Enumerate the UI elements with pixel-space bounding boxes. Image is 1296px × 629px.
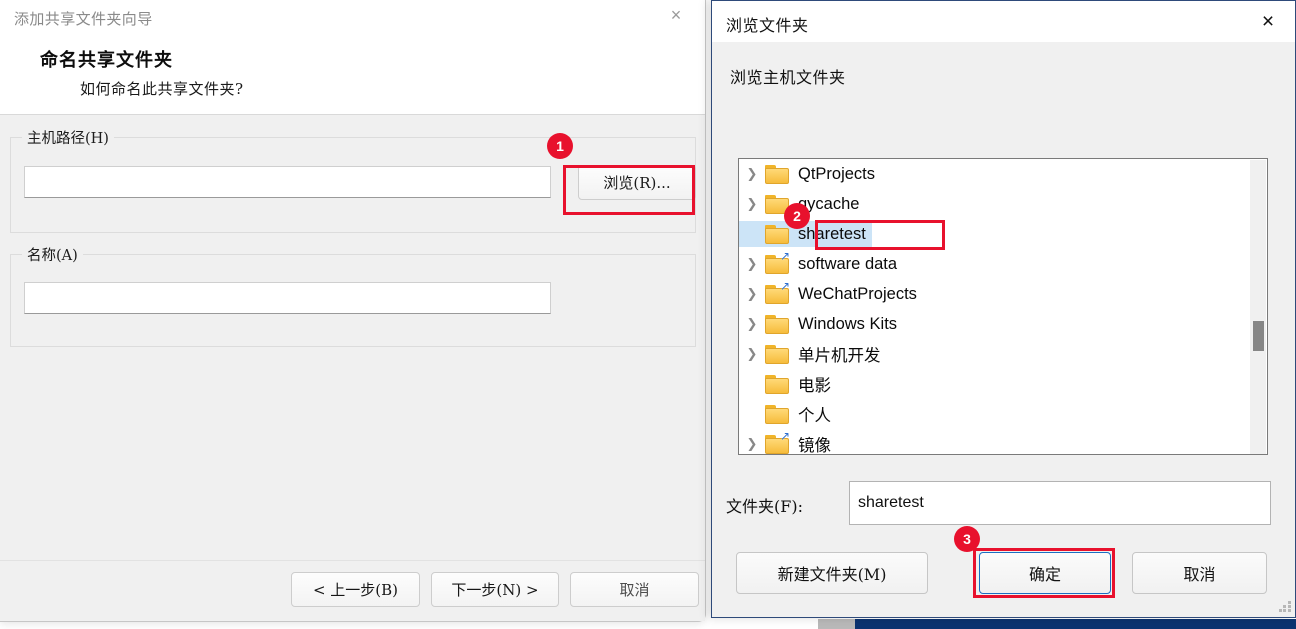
name-label: 名称(A) bbox=[22, 244, 83, 265]
back-button[interactable]: < 上一步(B) bbox=[291, 572, 420, 607]
host-path-label: 主机路径(H) bbox=[22, 127, 114, 148]
host-path-input[interactable] bbox=[24, 166, 551, 198]
chevron-right-icon[interactable]: ❯ bbox=[739, 166, 765, 182]
folder-icon bbox=[765, 374, 789, 394]
next-button[interactable]: 下一步(N) > bbox=[431, 572, 559, 607]
page-title: 命名共享文件夹 bbox=[40, 50, 173, 71]
taskbar-strip bbox=[855, 619, 1296, 629]
tree-item-inner: ❯ ↗ software data bbox=[739, 250, 903, 277]
name-input[interactable] bbox=[24, 282, 551, 314]
tree-item-inner: ❯ Windows Kits bbox=[739, 311, 903, 337]
tree-item[interactable]: ❯ ↗ 镜像 bbox=[739, 429, 1267, 455]
wizard-titlebar: 添加共享文件夹向导 × bbox=[0, 0, 705, 32]
tree-item-inner: ❯ ↗ 镜像 bbox=[739, 430, 837, 455]
tree-item-label: 个人 bbox=[798, 407, 831, 425]
resize-grip[interactable] bbox=[1279, 601, 1291, 613]
tree-item[interactable]: ❯ Windows Kits bbox=[739, 309, 1267, 339]
tree-item-inner: ❯电影 bbox=[739, 371, 837, 397]
tree-item-label: 电影 bbox=[798, 377, 831, 395]
browse-dialog-titlebar: 浏览文件夹 × bbox=[712, 1, 1295, 42]
wizard-body: 主机路径(H) 浏览(R)... 名称(A) bbox=[0, 115, 705, 561]
folder-shortcut-icon: ↗ bbox=[765, 280, 790, 304]
tree-item-inner: ❯ ↗ WeChatProjects bbox=[739, 280, 923, 307]
tree-item[interactable]: ❯ 单片机开发 bbox=[739, 339, 1267, 369]
close-icon[interactable]: × bbox=[655, 0, 697, 30]
tree-item-label: sharetest bbox=[798, 224, 866, 243]
chevron-right-icon[interactable]: ❯ bbox=[739, 436, 765, 452]
page-subtitle: 如何命名此共享文件夹? bbox=[80, 80, 244, 98]
tree-item[interactable]: ❯sharetest bbox=[739, 219, 1267, 249]
folder-icon bbox=[765, 164, 789, 184]
tree-scrollbar-track[interactable] bbox=[1250, 160, 1266, 454]
folder-shortcut-icon: ↗ bbox=[765, 250, 790, 274]
cancel-button[interactable]: 取消 bbox=[570, 572, 699, 607]
step-badge-3: 3 bbox=[954, 526, 980, 552]
tree-scrollbar[interactable] bbox=[1249, 159, 1267, 454]
tree-item[interactable]: ❯ QtProjects bbox=[739, 159, 1267, 189]
tree-item[interactable]: ❯ ↗ software data bbox=[739, 249, 1267, 279]
taskbar-left-segment bbox=[818, 619, 855, 629]
chevron-right-icon[interactable]: ❯ bbox=[739, 286, 765, 302]
browse-folder-dialog: 浏览文件夹 × 浏览主机文件夹 ❯QtProjects❯qycache❯shar… bbox=[711, 0, 1296, 618]
tree-item-label: Windows Kits bbox=[798, 314, 898, 333]
close-icon[interactable]: × bbox=[1243, 1, 1293, 42]
tree-item-label: software data bbox=[798, 254, 898, 273]
ok-button[interactable]: 确定 bbox=[979, 552, 1111, 594]
folder-tree[interactable]: ❯QtProjects❯qycache❯sharetest❯↗software … bbox=[738, 158, 1268, 455]
chevron-right-icon[interactable]: ❯ bbox=[739, 346, 765, 362]
folder-icon bbox=[765, 404, 789, 424]
tree-item-label: 镜像 bbox=[798, 437, 831, 455]
add-shared-folder-wizard: 添加共享文件夹向导 × 命名共享文件夹 如何命名此共享文件夹? 主机路径(H) … bbox=[0, 0, 706, 622]
folder-field-label: 文件夹(F): bbox=[726, 497, 803, 516]
step-badge-2: 2 bbox=[784, 203, 810, 229]
tree-item-inner: ❯ QtProjects bbox=[739, 161, 881, 187]
wizard-title: 添加共享文件夹向导 bbox=[14, 11, 153, 28]
chevron-right-icon[interactable]: ❯ bbox=[739, 316, 765, 332]
cancel-button[interactable]: 取消 bbox=[1132, 552, 1267, 594]
host-path-group: 主机路径(H) 浏览(R)... bbox=[10, 127, 696, 233]
tree-item-label: 单片机开发 bbox=[798, 347, 881, 365]
folder-tree-rows: ❯QtProjects❯qycache❯sharetest❯↗software … bbox=[739, 159, 1267, 455]
folder-icon bbox=[765, 224, 789, 244]
tree-item-label: QtProjects bbox=[798, 164, 876, 183]
folder-icon bbox=[765, 344, 789, 364]
tree-item-inner: ❯ 单片机开发 bbox=[739, 341, 887, 367]
browse-dialog-title: 浏览文件夹 bbox=[726, 16, 809, 35]
browse-button[interactable]: 浏览(R)... bbox=[578, 165, 696, 200]
new-folder-button[interactable]: 新建文件夹(M) bbox=[736, 552, 928, 594]
tree-scrollbar-thumb[interactable] bbox=[1253, 321, 1264, 351]
folder-icon bbox=[765, 314, 789, 334]
tree-item[interactable]: ❯电影 bbox=[739, 369, 1267, 399]
folder-shortcut-icon: ↗ bbox=[765, 430, 790, 454]
chevron-right-icon[interactable]: ❯ bbox=[739, 256, 765, 272]
step-badge-1: 1 bbox=[547, 133, 573, 159]
tree-item[interactable]: ❯ qycache bbox=[739, 189, 1267, 219]
tree-item[interactable]: ❯ ↗ WeChatProjects bbox=[739, 279, 1267, 309]
wizard-header: 命名共享文件夹 如何命名此共享文件夹? bbox=[0, 32, 705, 115]
tree-item[interactable]: ❯个人 bbox=[739, 399, 1267, 429]
tree-item-label: WeChatProjects bbox=[798, 284, 917, 303]
folder-name-input[interactable]: sharetest bbox=[849, 481, 1271, 525]
tree-item-inner: ❯个人 bbox=[739, 401, 837, 427]
browse-dialog-prompt: 浏览主机文件夹 bbox=[730, 68, 846, 87]
name-group: 名称(A) bbox=[10, 244, 696, 347]
chevron-right-icon[interactable]: ❯ bbox=[739, 196, 765, 212]
wizard-footer: < 上一步(B) 下一步(N) > 取消 bbox=[0, 560, 705, 621]
